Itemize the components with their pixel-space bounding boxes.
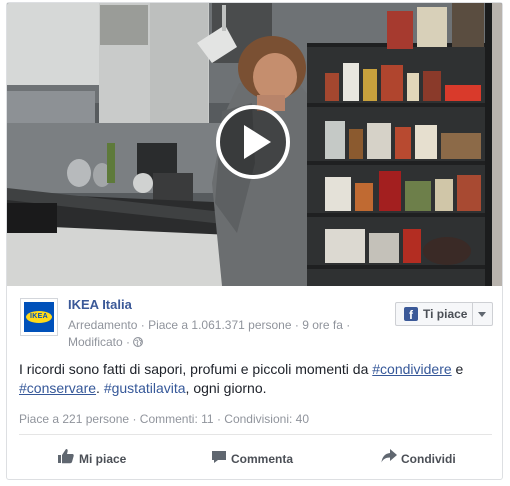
hashtag-link[interactable]: #gustatilavita (104, 380, 186, 396)
like-count[interactable]: Piace a 221 persone (19, 412, 129, 426)
like-page-button[interactable]: f Ti piace (395, 302, 493, 326)
logo-text: IKEA (30, 313, 48, 320)
play-icon (244, 125, 271, 159)
post-timestamp[interactable]: 9 ore fa (302, 318, 343, 332)
hashtag-link[interactable]: #condividere (372, 361, 451, 377)
play-button[interactable] (216, 105, 290, 179)
facebook-icon: f (404, 307, 418, 322)
post-meta: Arredamento · Piace a 1.061.371 persone … (68, 317, 358, 351)
share-count[interactable]: Condivisioni: 40 (224, 412, 309, 426)
post-message: I ricordi sono fatti di sapori, profumi … (19, 361, 464, 396)
page-like-count: Piace a 1.061.371 persone (148, 318, 292, 332)
thumbs-up-icon (57, 447, 75, 468)
video-player[interactable] (7, 3, 502, 286)
edited-label[interactable]: Modificato (68, 335, 123, 349)
globe-icon[interactable] (133, 335, 144, 349)
page-category: Arredamento (68, 318, 138, 332)
page-name-link[interactable]: IKEA Italia (68, 297, 132, 312)
meta-separator: · (140, 318, 149, 332)
share-button[interactable]: Condividi (380, 445, 475, 469)
comment-button[interactable]: Commenta (210, 445, 310, 469)
like-page-label: Ti piace (423, 307, 468, 321)
divider (19, 434, 492, 435)
like-button-label: Mi piace (79, 452, 127, 466)
chevron-down-icon[interactable] (478, 312, 486, 317)
hashtag-link[interactable]: #conservare (19, 380, 96, 396)
comment-icon (210, 447, 228, 468)
comment-button-label: Commenta (231, 452, 294, 466)
post-stats: Piace a 221 persone · Commenti: 11 · Con… (19, 412, 309, 426)
page-avatar[interactable]: IKEA (20, 298, 58, 336)
meta-separator: · (346, 318, 351, 332)
ikea-logo: IKEA (24, 302, 54, 332)
like-button[interactable]: Mi piace (57, 445, 147, 469)
share-button-label: Condividi (401, 452, 456, 466)
share-arrow-icon (380, 447, 398, 468)
comment-count[interactable]: Commenti: 11 (140, 412, 214, 426)
facebook-post-card: IKEA IKEA Italia Arredamento · Piace a 1… (6, 2, 503, 480)
